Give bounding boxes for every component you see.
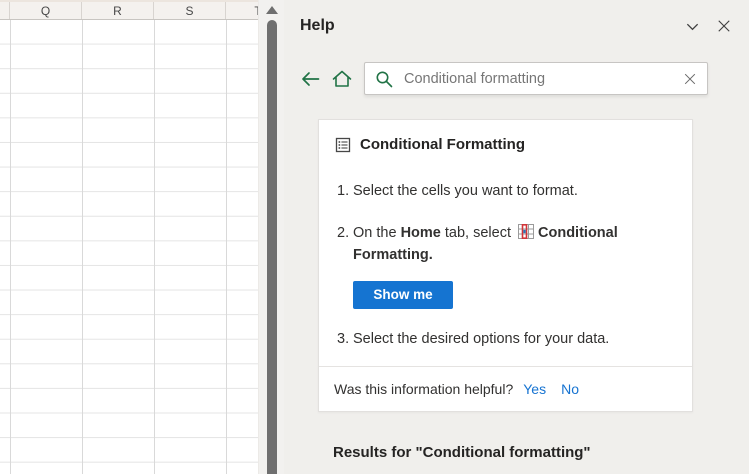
search-icon	[375, 70, 393, 88]
feedback-yes-link[interactable]: Yes	[523, 381, 546, 397]
article-icon	[335, 137, 351, 153]
step-text: On the Home tab, select Conditional Form…	[353, 223, 678, 266]
search-input[interactable]	[404, 71, 683, 87]
step-number: 3.	[337, 329, 353, 350]
pane-options-button[interactable]	[685, 19, 700, 34]
search-field[interactable]	[364, 62, 708, 95]
step-1: 1. Select the cells you want to format.	[333, 181, 678, 202]
column-header-r[interactable]: R	[82, 2, 154, 19]
chevron-down-icon	[685, 19, 700, 34]
help-pane-title: Help	[300, 17, 335, 35]
step-text: Select the desired options for your data…	[353, 329, 678, 350]
home-button[interactable]	[332, 69, 352, 88]
step-text: Select the cells you want to format.	[353, 181, 678, 202]
worksheet-cells[interactable]	[0, 20, 258, 474]
step-number: 2.	[337, 223, 353, 266]
column-header-row: Q R S T	[0, 0, 258, 20]
step-number: 1.	[337, 181, 353, 202]
step-3: 3. Select the desired options for your d…	[333, 329, 678, 350]
feedback-row: Was this information helpful? Yes No	[333, 381, 678, 397]
clear-search-button[interactable]	[683, 72, 697, 86]
show-me-button[interactable]: Show me	[353, 281, 453, 309]
feedback-no-link[interactable]: No	[561, 381, 579, 397]
scroll-up-button[interactable]	[266, 6, 278, 14]
back-arrow-icon	[300, 70, 321, 88]
feedback-question: Was this information helpful?	[334, 381, 513, 397]
column-header-s[interactable]: S	[154, 2, 226, 19]
help-pane: Help	[284, 0, 749, 474]
step-2: 2. On the Home tab, select Conditional F…	[333, 223, 678, 266]
vertical-scrollbar[interactable]	[258, 0, 284, 474]
conditional-formatting-icon	[518, 224, 534, 246]
column-header-partial[interactable]	[0, 2, 10, 19]
clear-icon	[683, 72, 697, 86]
spreadsheet-grid[interactable]: Q R S T	[0, 0, 258, 474]
help-article-card: Conditional Formatting 1. Select the cel…	[318, 119, 693, 412]
column-header-q[interactable]: Q	[10, 2, 82, 19]
close-pane-button[interactable]	[717, 19, 731, 33]
close-icon	[717, 19, 731, 33]
article-title: Conditional Formatting	[360, 136, 525, 153]
results-heading: Results for "Conditional formatting"	[333, 444, 709, 461]
help-search-bar	[300, 62, 708, 95]
help-pane-header: Help	[284, 0, 749, 35]
scrollbar-thumb[interactable]	[267, 20, 277, 474]
back-button[interactable]	[300, 70, 321, 88]
home-icon	[332, 69, 352, 88]
card-divider	[319, 366, 692, 367]
column-header-t[interactable]: T	[226, 2, 258, 19]
